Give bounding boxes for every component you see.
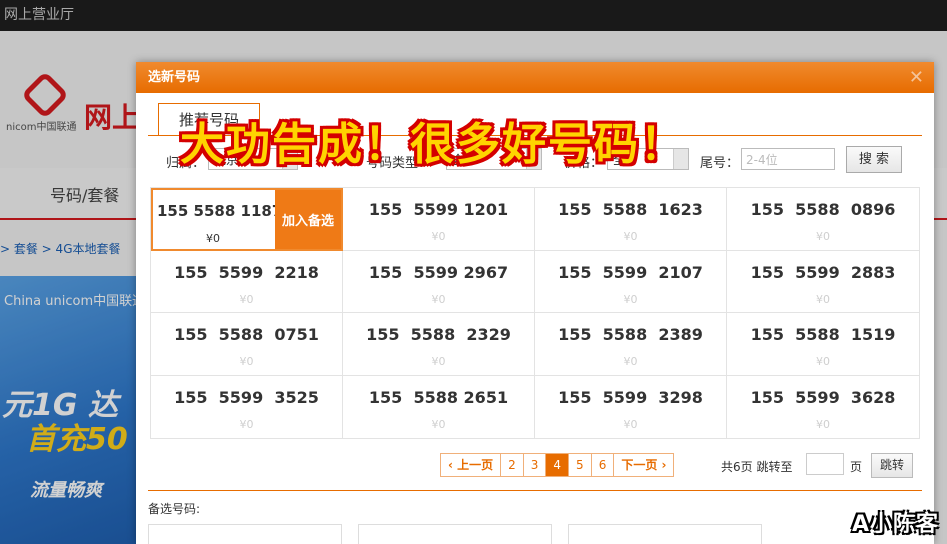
number-price: ¥0 [816, 417, 830, 431]
number-price: ¥0 [206, 232, 220, 245]
tail-number-input[interactable]: 2-4位 [741, 148, 835, 170]
phone-number: 155 5599 3298 [558, 387, 703, 407]
number-cell[interactable]: 155 5599 2107 ¥0 [535, 250, 727, 313]
number-price: ¥0 [431, 417, 446, 431]
number-price: ¥0 [623, 292, 638, 306]
number-price: ¥0 [623, 417, 638, 431]
filter-label-tail: 尾号： [700, 156, 740, 171]
page-button[interactable]: 5 [568, 453, 591, 477]
page-button[interactable]: 3 [522, 453, 546, 477]
dialog-header: 选新号码 ✕ [136, 62, 934, 93]
overlay-caption: 大功告成！很多好号码！ [180, 119, 686, 170]
backup-numbers-label: 备选号码: [148, 502, 201, 516]
number-price: ¥0 [623, 355, 638, 368]
number-price: ¥0 [816, 230, 830, 243]
number-cell[interactable]: 155 5599 2883 ¥0 [727, 251, 919, 313]
next-page-button[interactable]: 下一页 › [613, 453, 675, 477]
number-price: ¥0 [431, 355, 446, 368]
number-cell[interactable]: 155 5588 0896 ¥0 [727, 188, 919, 251]
pagination: ‹ 上一页 2 3 4 5 6 下一页 › [440, 453, 675, 477]
phone-number: 155 5588 1187 [157, 202, 283, 220]
number-price: ¥0 [431, 292, 446, 306]
phone-number: 155 5588 1623 [558, 200, 703, 219]
dialog-title: 选新号码 [148, 70, 201, 85]
number-price: ¥0 [239, 292, 254, 306]
page-button[interactable]: 4 [545, 453, 569, 477]
number-cell[interactable]: 155 5599 3298 ¥0 [535, 375, 727, 438]
phone-number: 155 5588 0751 [174, 325, 319, 344]
phone-number: 155 5599 2883 [750, 262, 896, 282]
watermark: A小陈客 [851, 512, 939, 537]
divider [148, 490, 922, 491]
page-unit-label: 页 [850, 460, 863, 474]
add-to-backup-button[interactable]: 加入备选 [275, 190, 341, 249]
prev-page-button[interactable]: ‹ 上一页 [440, 453, 501, 477]
number-cell[interactable]: 155 5599 1201 ¥0 [343, 188, 535, 251]
page-jump-input[interactable] [806, 453, 844, 475]
backup-slot[interactable] [358, 524, 552, 544]
number-cell[interactable]: 155 5588 0751 ¥0 [151, 313, 343, 376]
number-price: ¥0 [816, 355, 830, 368]
phone-number: 155 5599 2107 [558, 262, 703, 282]
number-cell[interactable]: 155 5599 2967 ¥0 [343, 250, 535, 313]
phone-number: 155 5588 2389 [558, 325, 703, 344]
number-price: ¥0 [623, 230, 638, 243]
phone-number: 155 5599 2218 [174, 262, 319, 282]
phone-number: 155 5588 1519 [750, 325, 896, 344]
number-price: ¥0 [431, 230, 446, 243]
number-cell[interactable]: 155 5588 2389 ¥0 [535, 313, 727, 376]
phone-number: 155 5599 1201 [368, 200, 509, 219]
phone-number: 155 5588 2329 [366, 325, 511, 344]
phone-number: 155 5588 0896 [750, 200, 896, 219]
phone-number: 155 5588 2651 [368, 387, 509, 407]
backup-slot[interactable] [568, 524, 762, 544]
jump-button[interactable]: 跳转 [871, 453, 913, 478]
number-grid: 155 5588 1187 ¥0 加入备选 155 5599 1201 ¥0 155 55… [150, 187, 920, 439]
close-icon[interactable]: ✕ [909, 62, 924, 93]
number-price: ¥0 [239, 417, 254, 431]
number-cell[interactable]: 155 5588 1519 ¥0 [727, 313, 919, 376]
page-button[interactable]: 2 [500, 453, 523, 477]
number-cell[interactable]: 155 5599 3525 ¥0 [151, 375, 343, 438]
phone-number: 155 5599 2967 [368, 262, 509, 282]
phone-number: 155 5599 3525 [174, 387, 319, 407]
number-cell[interactable]: 155 5588 1623 ¥0 [535, 188, 727, 251]
number-cell[interactable]: 155 5588 1187 ¥0 加入备选 [151, 188, 343, 251]
number-cell[interactable]: 155 5599 2218 ¥0 [151, 250, 343, 313]
total-pages-text: 共6页 跳转至 [721, 460, 793, 474]
number-price: ¥0 [816, 292, 830, 306]
page-button[interactable]: 6 [590, 453, 614, 477]
number-cell[interactable]: 155 5588 2329 ¥0 [343, 313, 535, 376]
number-cell[interactable]: 155 5588 2651 ¥0 [343, 375, 535, 438]
search-button[interactable]: 搜 索 [846, 146, 902, 173]
backup-slot[interactable] [148, 524, 342, 544]
number-price: ¥0 [239, 355, 254, 368]
phone-number: 155 5599 3628 [750, 387, 896, 407]
number-cell[interactable]: 155 5599 3628 ¥0 [727, 376, 919, 439]
